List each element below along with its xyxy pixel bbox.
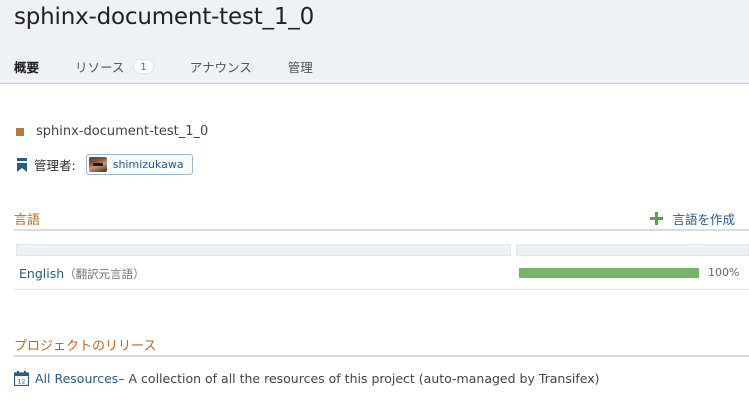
language-column-header	[16, 244, 511, 256]
translation-progress-fill	[519, 268, 699, 278]
tab-manage-label: 管理	[287, 59, 313, 75]
project-name: sphinx-document-test_1_0	[36, 124, 209, 139]
maintainer-user-chip[interactable]: shimizukawa	[85, 154, 193, 175]
tab-overview[interactable]: 概要	[14, 57, 39, 76]
avatar	[88, 157, 107, 172]
progress-column-header	[516, 244, 749, 256]
project-title: sphinx-document-test_1_0	[14, 4, 315, 30]
release-item: 12 All Resources – A collection of all t…	[14, 371, 599, 386]
language-name: English	[19, 266, 65, 281]
project-header: sphinx-document-test_1_0 概要 リソース 1 アナウンス…	[0, 0, 749, 84]
tab-manage[interactable]: 管理	[288, 57, 313, 76]
translation-progress-percent: 100%	[708, 266, 740, 279]
bookmark-icon	[17, 157, 27, 172]
all-resources-link[interactable]: All Resources	[35, 371, 118, 386]
tab-announcements[interactable]: アナウンス	[190, 57, 252, 76]
plus-icon	[650, 212, 664, 225]
tab-resources[interactable]: リソース 1	[75, 57, 154, 76]
square-bullet-icon	[16, 127, 24, 136]
calendar-icon: 12	[14, 371, 29, 386]
tab-overview-label: 概要	[14, 59, 40, 75]
translation-progress-bar	[519, 268, 699, 278]
maintainers-row: 管理者: shimizukawa	[16, 154, 193, 175]
resources-count-badge: 1	[133, 58, 154, 74]
svg-text:12: 12	[18, 379, 26, 386]
releases-divider	[14, 355, 749, 357]
languages-section-title: 言語	[14, 213, 41, 228]
maintainer-username: shimizukawa	[112, 158, 184, 171]
maintainers-label: 管理者:	[34, 158, 76, 173]
source-language-note: （翻訳元言語）	[64, 267, 145, 281]
create-language-label: 言語を作成	[672, 212, 735, 227]
create-language-button[interactable]: 言語を作成	[650, 209, 735, 228]
tab-announcements-label: アナウンス	[189, 59, 252, 75]
languages-divider	[14, 229, 749, 231]
language-row: English（翻訳元言語） 100%	[14, 262, 749, 290]
releases-section-title: プロジェクトのリリース	[14, 339, 157, 354]
tab-resources-label: リソース	[75, 59, 125, 75]
release-description: – A collection of all the resources of t…	[118, 371, 600, 386]
project-tabs: 概要 リソース 1 アナウンス 管理	[14, 57, 349, 75]
project-name-row: sphinx-document-test_1_0	[16, 124, 208, 139]
language-link[interactable]: English（翻訳元言語）	[19, 266, 145, 282]
